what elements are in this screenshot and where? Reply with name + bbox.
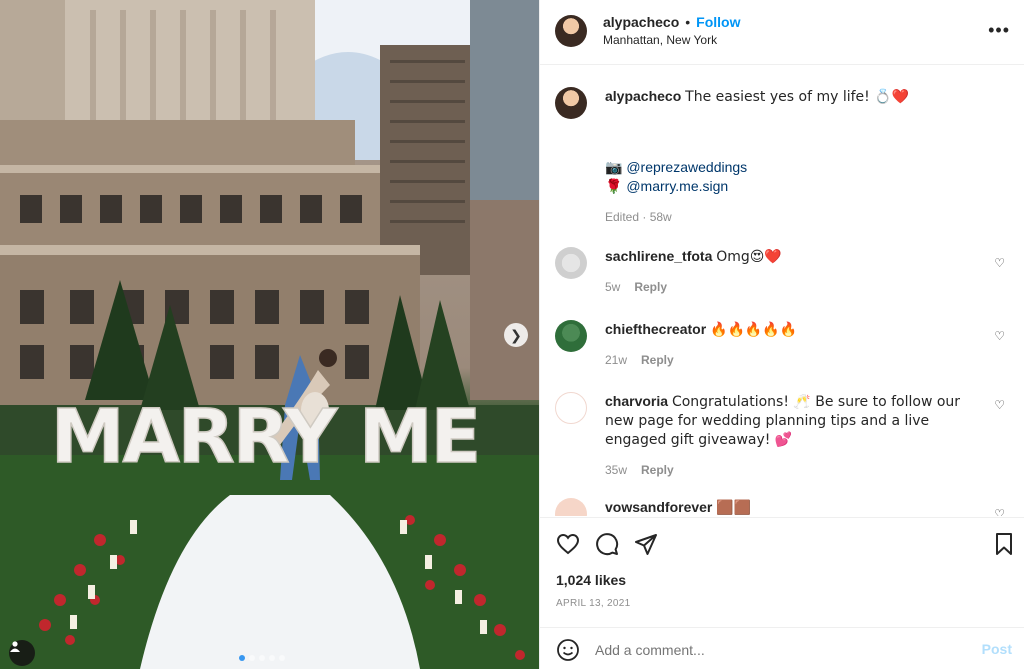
comment-username[interactable]: charvoria <box>605 393 668 409</box>
camera-icon: 📷 <box>605 160 623 176</box>
author-username[interactable]: alypacheco <box>603 14 679 30</box>
comment-text: 🟫🟫 <box>716 500 752 516</box>
commenter-avatar[interactable] <box>555 320 587 352</box>
post-date: APRIL 13, 2021 <box>556 598 631 609</box>
rose-icon: 🌹 <box>605 179 623 195</box>
comment-username[interactable]: sachlirene_tfota <box>605 248 712 264</box>
tagged-users-button[interactable] <box>9 640 35 666</box>
emoji-icon[interactable] <box>556 638 580 662</box>
comment-text: 🔥🔥🔥🔥🔥 <box>710 322 798 338</box>
caption-username[interactable]: alypacheco <box>605 88 681 104</box>
post-location[interactable]: Manhattan, New York <box>603 33 717 47</box>
comment-composer: Post <box>540 627 1024 670</box>
comments-list[interactable]: alypacheco The easiest yes of my life! 💍… <box>540 65 1024 516</box>
author-avatar[interactable] <box>555 87 587 119</box>
post-comment-button[interactable]: Post <box>982 641 1012 657</box>
bookmark-icon[interactable] <box>992 532 1016 556</box>
caption-text: The easiest yes of my life! 💍❤️ <box>685 89 910 105</box>
heart-icon[interactable] <box>556 532 580 556</box>
reply-button[interactable]: Reply <box>634 280 667 294</box>
commenter-avatar[interactable] <box>555 498 587 516</box>
comment-text: Omg😍❤️ <box>716 249 782 265</box>
like-comment-heart-icon[interactable]: ♡ <box>994 507 1005 516</box>
comment-age: 5w <box>605 280 621 294</box>
photo-scene <box>0 0 539 669</box>
post-header: alypacheco • Follow Manhattan, New York ••… <box>540 0 1024 65</box>
author-avatar[interactable] <box>555 15 587 47</box>
like-comment-heart-icon[interactable]: ♡ <box>994 398 1005 412</box>
person-icon <box>10 641 20 652</box>
likes-count[interactable]: 1,024 likes <box>556 572 626 588</box>
like-comment-heart-icon[interactable]: ♡ <box>994 329 1005 343</box>
like-comment-heart-icon[interactable]: ♡ <box>994 256 1005 270</box>
reply-button[interactable]: Reply <box>641 463 674 477</box>
carousel-indicator <box>239 655 285 661</box>
comment-icon[interactable] <box>595 532 619 556</box>
follow-button[interactable]: Follow <box>696 14 740 30</box>
post-actions: 1,024 likes APRIL 13, 2021 <box>540 517 1024 628</box>
carousel-dot <box>279 655 285 661</box>
chevron-right-icon: ❯ <box>510 326 522 343</box>
carousel-dot <box>259 655 265 661</box>
carousel-dot <box>269 655 275 661</box>
carousel-next-button[interactable]: ❯ <box>504 323 528 347</box>
comment-username[interactable]: chiefthecreator <box>605 321 706 337</box>
comment-username[interactable]: vowsandforever <box>605 499 712 515</box>
reply-button[interactable]: Reply <box>641 353 674 367</box>
caption-mention[interactable]: @marry.me.sign <box>626 178 728 194</box>
carousel-dot <box>249 655 255 661</box>
comment-age: 35w <box>605 463 628 477</box>
more-icon[interactable]: ••• <box>988 20 1010 41</box>
commenter-avatar[interactable] <box>555 392 587 424</box>
commenter-avatar[interactable] <box>555 247 587 279</box>
post-photo[interactable]: MARRY ME ❯ <box>0 0 539 669</box>
post-side-panel: alypacheco • Follow Manhattan, New York ••… <box>539 0 1024 669</box>
caption-mention[interactable]: @reprezaweddings <box>626 159 747 175</box>
comment-input[interactable] <box>595 642 955 658</box>
carousel-dot <box>239 655 245 661</box>
comment-age: 21w <box>605 353 628 367</box>
share-icon[interactable] <box>634 532 658 556</box>
caption-meta: Edited · 58w <box>605 210 672 224</box>
